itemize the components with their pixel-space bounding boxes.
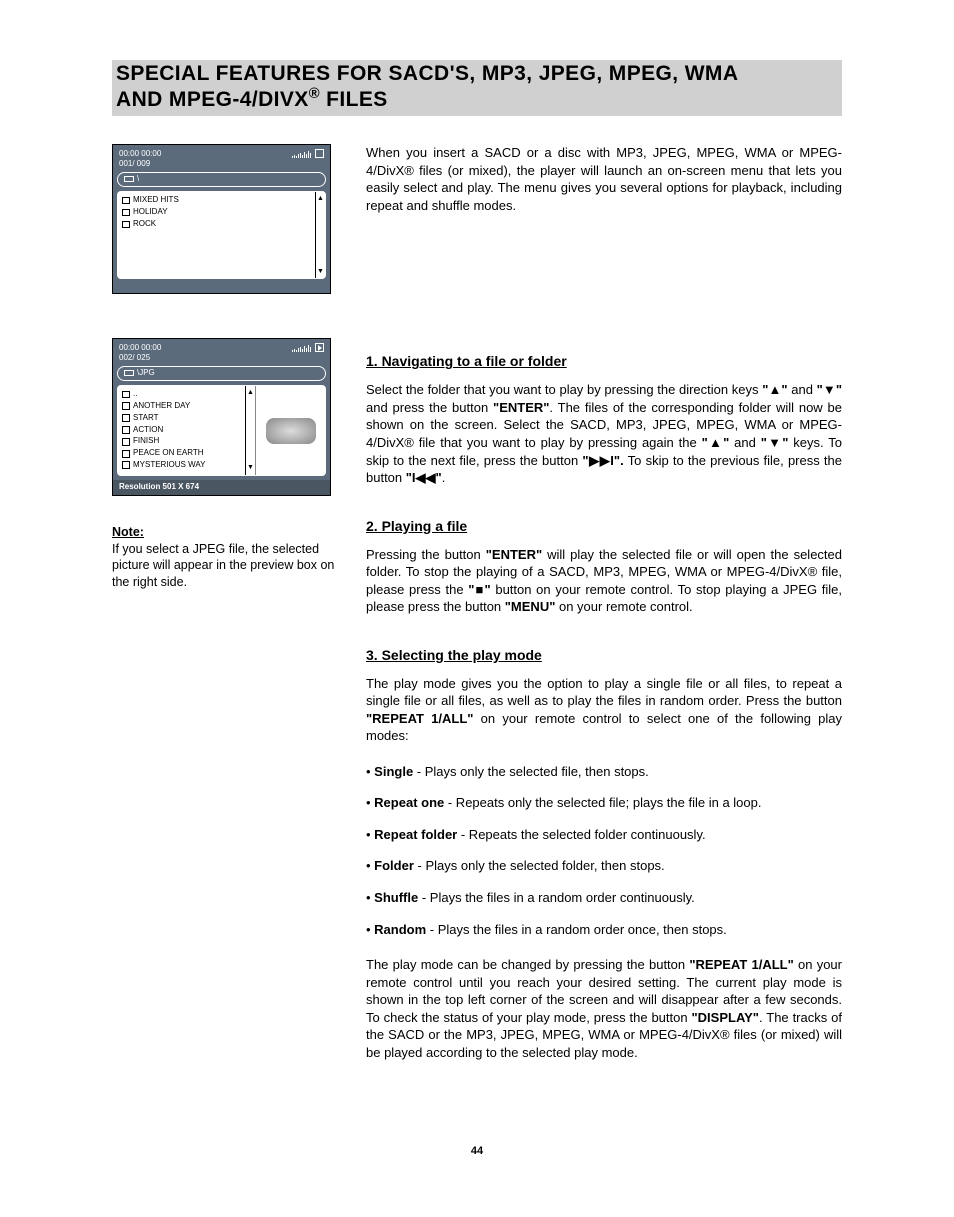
list-item: • Random - Plays the files in a random o… [366, 921, 842, 939]
key-down2: "▼" [761, 435, 789, 450]
page-header: SPECIAL FEATURES FOR SACD'S, MP3, JPEG, … [112, 60, 842, 116]
para-navigating: Select the folder that you want to play … [366, 381, 842, 486]
folder-up-icon [122, 391, 130, 398]
jpeg-file-icon [122, 438, 130, 446]
scrollbar: ▲ ▼ [315, 192, 325, 278]
list-item: MYSTERIOUS WAY [122, 460, 241, 471]
osd2-track: 002/ 025 [119, 353, 161, 363]
equalizer-icon [292, 344, 311, 352]
scroll-up-icon: ▲ [247, 388, 254, 397]
key-enter2: "ENTER" [486, 547, 542, 562]
folder-icon [122, 209, 130, 216]
key-display: "DISPLAY" [692, 1010, 759, 1025]
list-item: ROCK [122, 219, 311, 230]
jpeg-file-icon [122, 450, 130, 458]
para-playmode-outro: The play mode can be changed by pressing… [366, 956, 842, 1061]
osd2-time: 00:00 00:00 [119, 343, 161, 353]
list-item: FINISH [122, 436, 241, 447]
jpeg-file-icon [122, 461, 130, 469]
page-number: 44 [112, 1144, 842, 1159]
osd2-list: .. ANOTHER DAY START ACTION FINISH PEACE… [118, 386, 245, 475]
page-title: SPECIAL FEATURES FOR SACD'S, MP3, JPEG, … [116, 62, 838, 112]
heading-navigating: 1. Navigating to a file or folder [366, 352, 842, 371]
list-item: MIXED HITS [122, 195, 311, 206]
list-item: START [122, 413, 241, 424]
para-playmode-intro: The play mode gives you the option to pl… [366, 675, 842, 745]
list-item: • Shuffle - Plays the files in a random … [366, 889, 842, 907]
title-line2b: FILES [320, 88, 388, 111]
osd1-time: 00:00 00:00 [119, 149, 161, 159]
note-text: If you select a JPEG file, the selected … [112, 542, 334, 590]
play-icon [315, 343, 324, 352]
list-item: • Folder - Plays only the selected folde… [366, 857, 842, 875]
equalizer-icon [292, 150, 311, 158]
intro-paragraph: When you insert a SACD or a disc with MP… [366, 144, 842, 214]
key-up: "▲" [762, 382, 787, 397]
list-item: • Repeat one - Repeats only the selected… [366, 794, 842, 812]
osd-screenshot-files: 00:00 00:00 002/ 025 \JPG .. ANOTHER DAY [112, 338, 331, 495]
preview-box [255, 386, 325, 475]
list-item: ANOTHER DAY [122, 401, 241, 412]
list-item: • Repeat folder - Repeats the selected f… [366, 826, 842, 844]
osd1-path: \ [117, 172, 326, 187]
scroll-up-icon: ▲ [317, 194, 324, 203]
folder-icon [122, 197, 130, 204]
playmode-list: • Single - Plays only the selected file,… [366, 763, 842, 938]
jpeg-file-icon [122, 426, 130, 434]
section-playmode: 3. Selecting the play mode The play mode… [366, 646, 842, 1062]
jpeg-file-icon [122, 414, 130, 422]
osd1-list: MIXED HITS HOLIDAY ROCK [118, 192, 315, 278]
key-down: "▼" [817, 382, 842, 397]
osd2-path: \JPG [117, 366, 326, 381]
preview-image [266, 418, 316, 444]
title-line2a: AND MPEG-4/DIVX [116, 88, 309, 111]
heading-playing: 2. Playing a file [366, 517, 842, 536]
jpeg-file-icon [122, 402, 130, 410]
key-next: "▶▶I". [582, 453, 623, 468]
key-stop: "■" [468, 582, 490, 597]
key-up2: "▲" [702, 435, 730, 450]
key-menu: "MENU" [505, 599, 556, 614]
note-label: Note: [112, 525, 144, 539]
section-playing: 2. Playing a file Pressing the button "E… [366, 517, 842, 616]
folder-icon [122, 221, 130, 228]
osd2-resolution: Resolution 501 X 674 [113, 480, 330, 495]
registered-mark: ® [309, 86, 320, 102]
para-playing: Pressing the button "ENTER" will play th… [366, 546, 842, 616]
key-repeat: "REPEAT 1/ALL" [366, 711, 473, 726]
title-line1: SPECIAL FEATURES FOR SACD'S, MP3, JPEG, … [116, 62, 738, 85]
disc-icon [315, 149, 324, 158]
key-repeat2: "REPEAT 1/ALL" [689, 957, 793, 972]
list-item: ACTION [122, 425, 241, 436]
note-block: Note: If you select a JPEG file, the sel… [112, 524, 342, 592]
key-prev: "I◀◀" [406, 470, 442, 485]
scroll-down-icon: ▼ [247, 463, 254, 472]
list-item: • Single - Plays only the selected file,… [366, 763, 842, 781]
list-item: .. [122, 389, 241, 400]
osd1-track: 001/ 009 [119, 159, 161, 169]
list-item: HOLIDAY [122, 207, 311, 218]
list-item: PEACE ON EARTH [122, 448, 241, 459]
heading-playmode: 3. Selecting the play mode [366, 646, 842, 665]
scrollbar: ▲ ▼ [245, 386, 255, 475]
scroll-down-icon: ▼ [317, 267, 324, 276]
key-enter: "ENTER" [493, 400, 549, 415]
osd-screenshot-folders: 00:00 00:00 001/ 009 \ MIXED HITS HOLIDA… [112, 144, 331, 294]
section-navigating: 1. Navigating to a file or folder Select… [366, 352, 842, 486]
